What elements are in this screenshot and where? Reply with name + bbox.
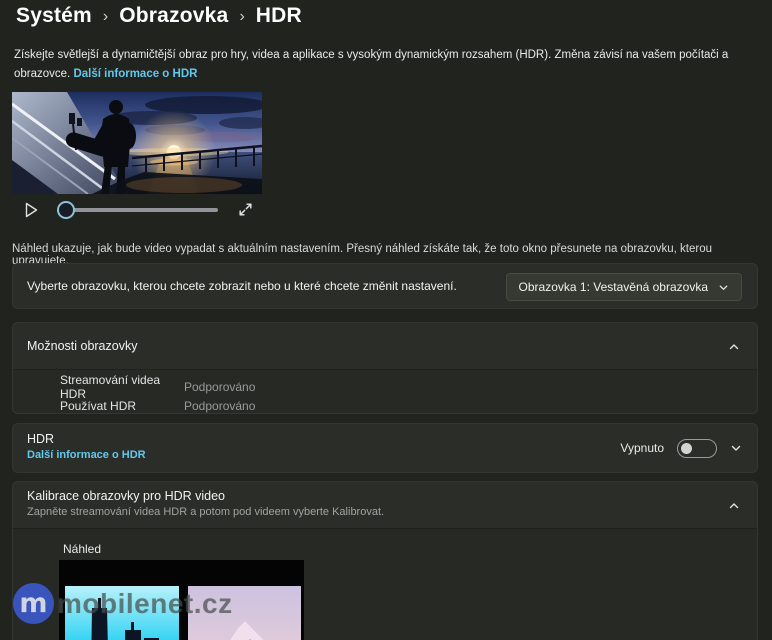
display-options-card: Možnosti obrazovky Streamování videa HDR… [12,322,758,414]
calibration-sample-mountain-image [188,586,301,640]
hdr-more-info-link[interactable]: Další informace o HDR [27,449,146,461]
page-title: HDR [256,4,302,28]
calibration-sample-city-image [65,586,179,640]
calibration-preview-label: Náhled [63,542,101,556]
hdr-video-preview [12,92,262,194]
chevron-right-icon: › [239,6,244,26]
toggle-knob [681,443,692,454]
calibration-preview-video [59,560,304,640]
option-value: Podporováno [184,399,255,413]
hdr-settings-page: Systém › Obrazovka › HDR Získejte světle… [0,0,772,640]
calibration-header[interactable]: Kalibrace obrazovky pro HDR video Zapnět… [13,482,757,528]
hdr-learn-more-link[interactable]: Další informace o HDR [73,68,197,80]
display-select-card: Vyberte obrazovku, kterou chcete zobrazi… [12,263,758,309]
chevron-right-icon: › [103,6,108,26]
display-select-label: Vyberte obrazovku, kterou chcete zobrazi… [27,279,457,293]
option-label: Streamování videa HDR [60,373,184,401]
breadcrumb-display[interactable]: Obrazovka [119,4,228,28]
display-select-dropdown[interactable]: Obrazovka 1: Vestavěná obrazovka [506,273,742,301]
hdr-card-text: HDR Další informace o HDR [27,432,146,461]
hdr-toggle-card: HDR Další informace o HDR Vypnuto [12,423,758,473]
option-label: Používat HDR [60,399,184,413]
chevron-up-icon[interactable] [728,499,740,511]
chevron-down-icon[interactable] [730,442,742,454]
chevron-up-icon[interactable] [728,340,740,352]
hdr-toggle-state-label: Vypnuto [620,441,664,455]
calibration-subtitle: Zapněte streamování videa HDR a potom po… [27,506,384,518]
sunset-snowboarder-video-frame [12,92,262,194]
calibration-content: Náhled [13,528,757,640]
display-options-header[interactable]: Možnosti obrazovky [13,323,757,369]
calibration-title: Kalibrace obrazovky pro HDR video [27,489,225,503]
option-row-hdr-video-streaming: Streamování videa HDR Podporováno [13,377,757,396]
display-select-value: Obrazovka 1: Vestavěná obrazovka [519,280,708,294]
display-options-content: Streamování videa HDR Podporováno Použív… [13,369,757,413]
fullscreen-icon[interactable] [237,201,254,218]
option-row-use-hdr: Používat HDR Podporováno [13,396,757,415]
chevron-down-icon [718,282,729,293]
option-value: Podporováno [184,380,255,394]
seek-slider[interactable] [57,200,218,220]
seek-thumb-icon[interactable] [57,201,75,219]
hdr-card-title: HDR [27,432,146,446]
play-button[interactable] [22,201,40,219]
hdr-calibration-card: Kalibrace obrazovky pro HDR video Zapnět… [12,481,758,640]
hdr-toggle[interactable] [677,439,717,458]
breadcrumb-system[interactable]: Systém [16,4,92,28]
seek-track[interactable] [57,208,218,212]
page-description: Získejte světlejší a dynamičtější obraz … [14,46,756,84]
breadcrumb: Systém › Obrazovka › HDR [16,4,302,28]
display-options-title: Možnosti obrazovky [27,339,137,353]
